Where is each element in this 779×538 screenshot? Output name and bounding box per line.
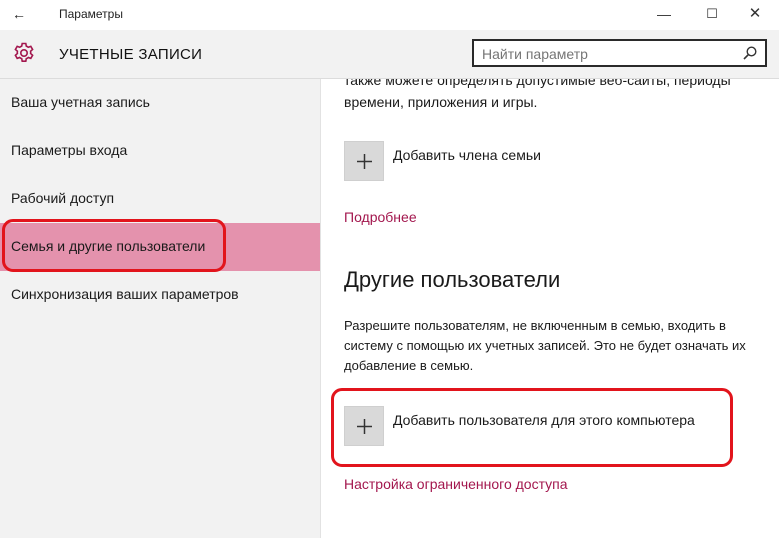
search-input[interactable]	[482, 45, 734, 62]
sidebar-item-family-other-users[interactable]: Семья и другие пользователи	[0, 223, 320, 271]
plus-icon	[357, 419, 372, 434]
plus-icon	[357, 154, 372, 169]
sidebar: Ваша учетная запись Параметры входа Рабо…	[0, 79, 320, 538]
window-title: Параметры	[59, 7, 123, 21]
add-user-button[interactable]: Добавить пользователя для этого компьюте…	[344, 406, 764, 446]
plus-tile[interactable]	[344, 406, 384, 446]
title-bar: ← Параметры — ☐ ✕	[0, 0, 779, 31]
add-family-member-label: Добавить члена семьи	[393, 147, 541, 163]
sidebar-item-label: Семья и другие пользователи	[11, 238, 206, 254]
family-description: также можете определять допустимые веб-с…	[344, 79, 731, 110]
sidebar-item-label: Рабочий доступ	[11, 190, 115, 206]
sidebar-item-label: Параметры входа	[11, 142, 128, 158]
sidebar-item-work-access[interactable]: Рабочий доступ	[0, 175, 320, 223]
plus-tile[interactable]	[344, 141, 384, 181]
add-family-member-button[interactable]: Добавить члена семьи	[344, 141, 764, 181]
sidebar-item-label: Ваша учетная запись	[11, 94, 150, 110]
sidebar-item-your-account[interactable]: Ваша учетная запись	[0, 79, 320, 127]
back-arrow-icon[interactable]: ←	[12, 6, 26, 22]
add-user-label: Добавить пользователя для этого компьюте…	[393, 412, 695, 428]
main-content: также можете определять допустимые веб-с…	[321, 79, 779, 538]
search-box[interactable]	[472, 39, 767, 67]
learn-more-link[interactable]: Подробнее	[344, 209, 417, 225]
maximize-button[interactable]: ☐	[690, 2, 734, 26]
minimize-button[interactable]: —	[642, 2, 686, 26]
page-title: УЧЕТНЫЕ ЗАПИСИ	[59, 46, 203, 63]
other-users-description: Разрешите пользователям, не включенным в…	[344, 318, 746, 373]
sidebar-item-label: Синхронизация ваших параметров	[11, 286, 239, 302]
settings-header: УЧЕТНЫЕ ЗАПИСИ	[0, 30, 779, 79]
other-users-heading: Другие пользователи	[344, 267, 561, 292]
restricted-access-link[interactable]: Настройка ограниченного доступа	[344, 476, 568, 492]
close-button[interactable]: ✕	[733, 2, 777, 26]
sidebar-item-sign-in-options[interactable]: Параметры входа	[0, 127, 320, 175]
search-icon[interactable]	[742, 45, 758, 61]
sidebar-item-sync-settings[interactable]: Синхронизация ваших параметров	[0, 271, 320, 319]
gear-icon	[14, 42, 34, 62]
